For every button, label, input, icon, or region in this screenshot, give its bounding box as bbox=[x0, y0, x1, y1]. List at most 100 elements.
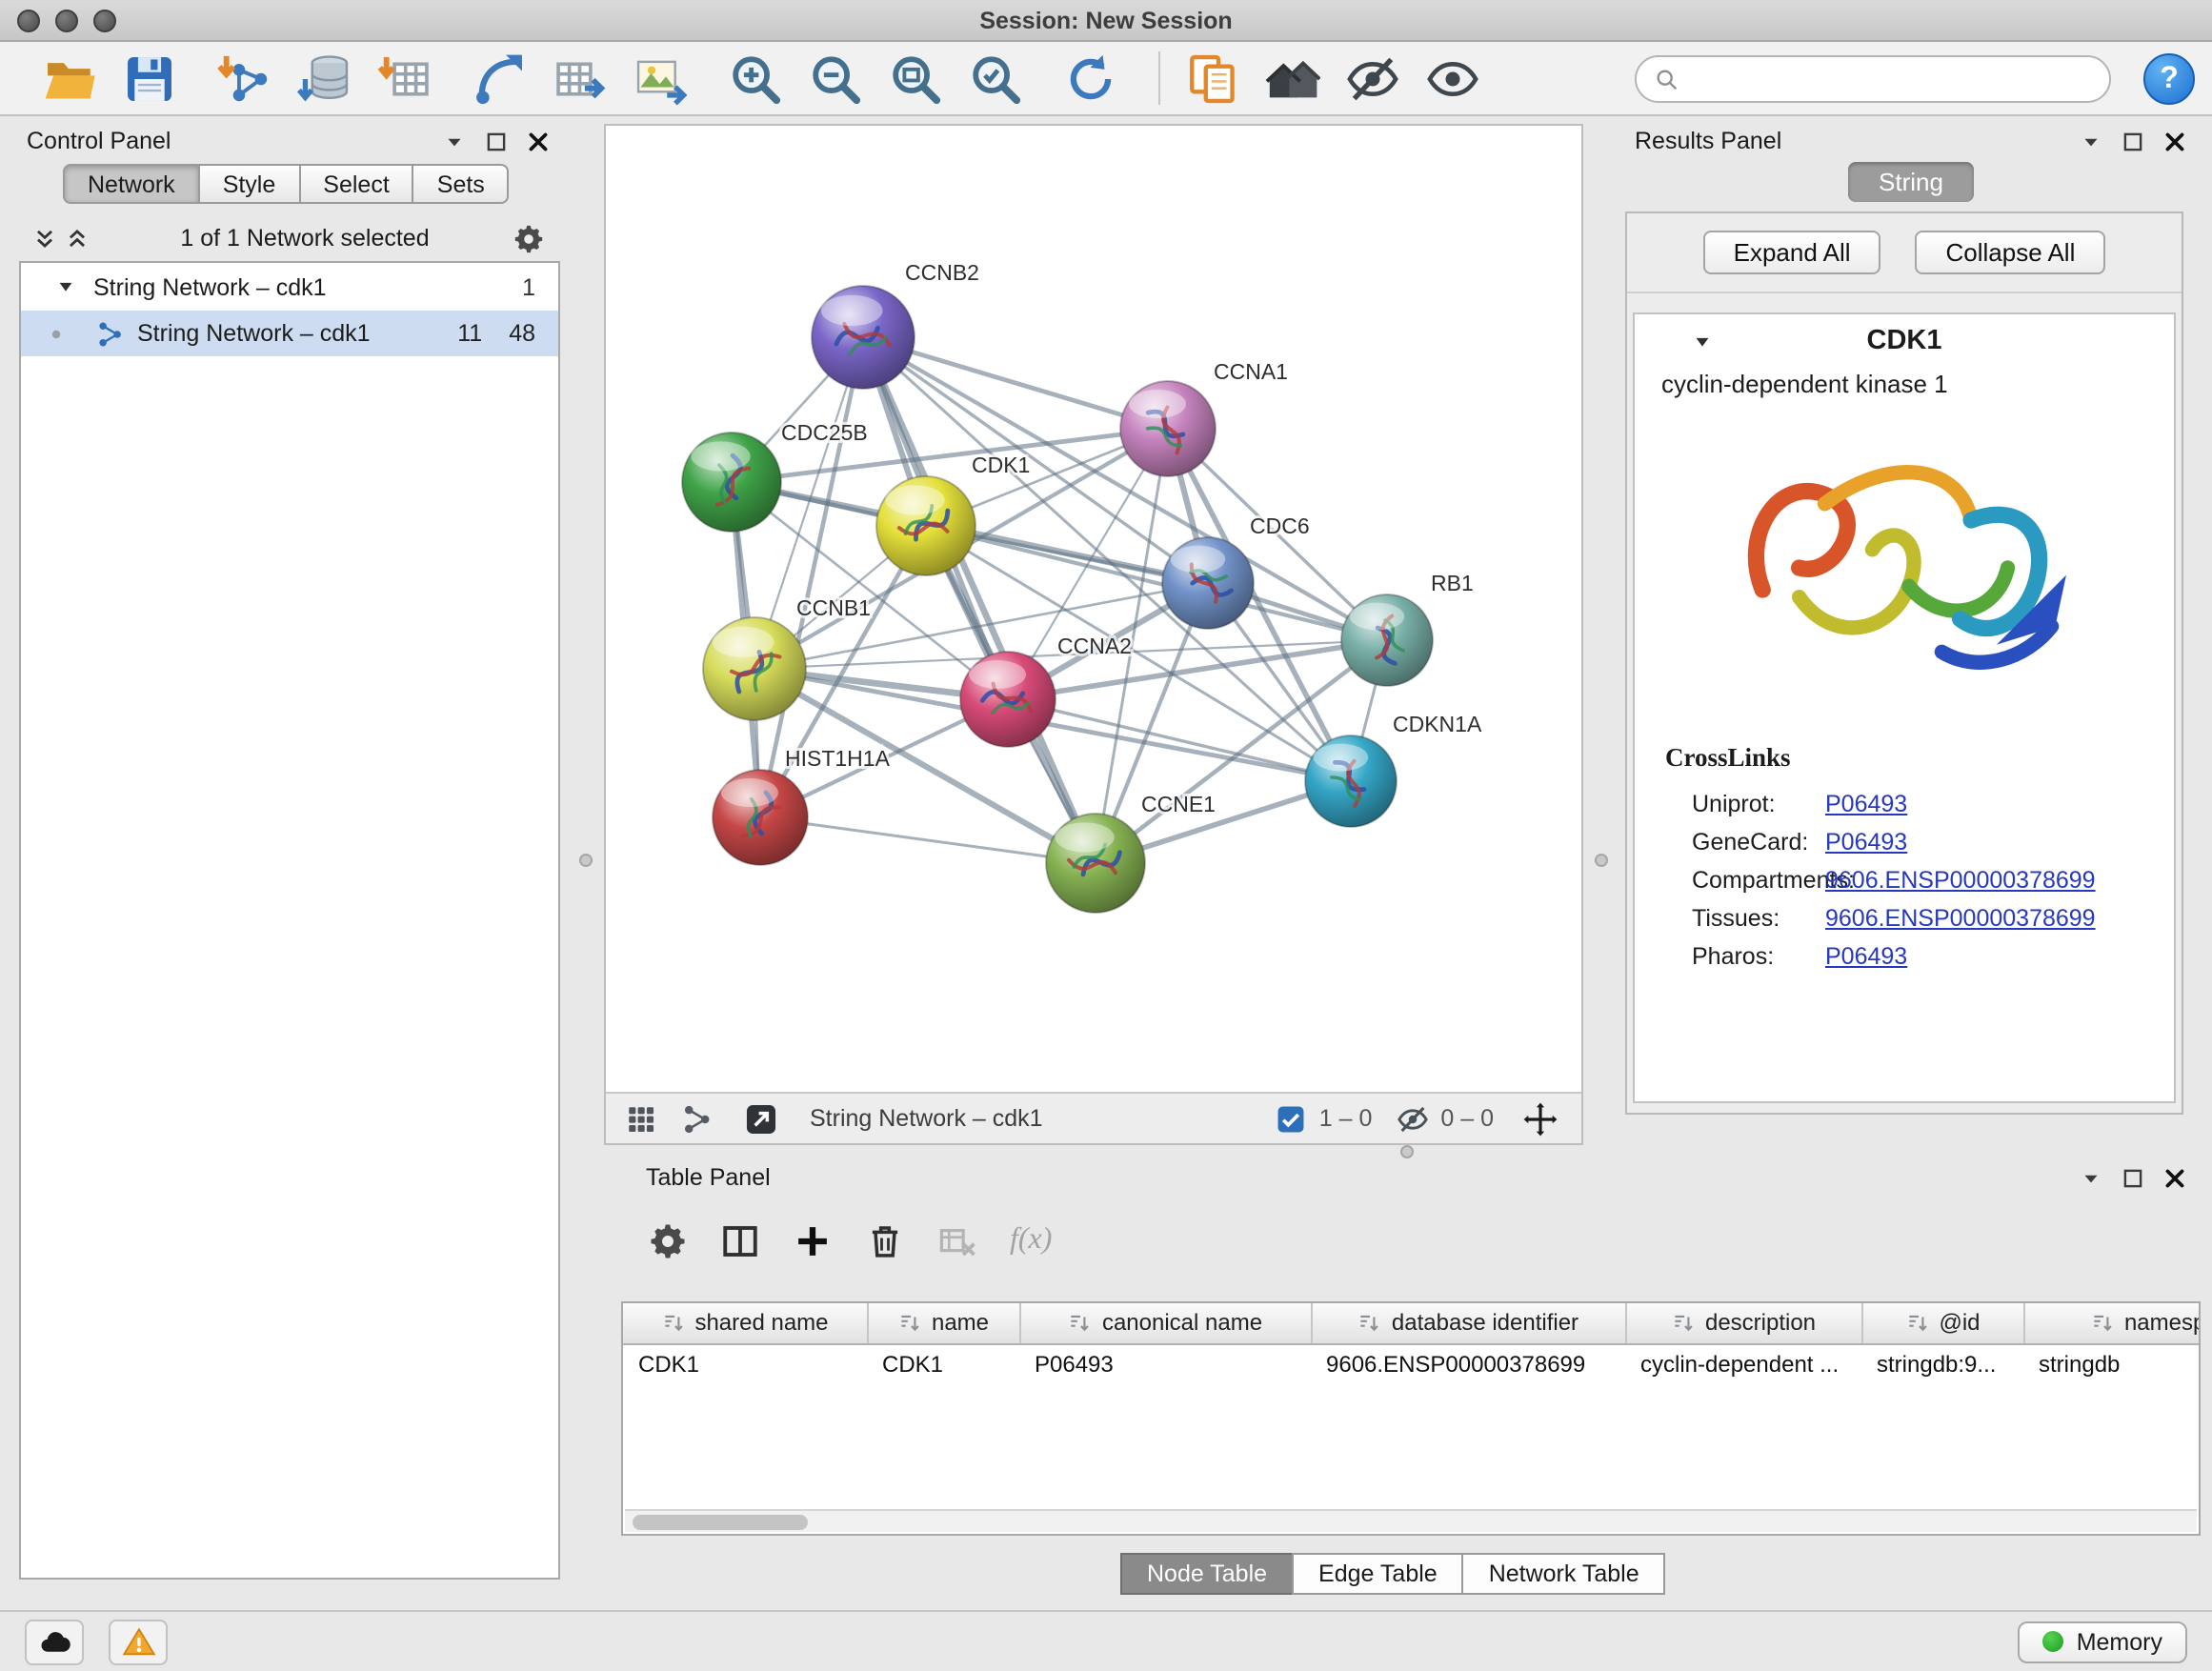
add-column-icon[interactable] bbox=[793, 1220, 833, 1260]
memory-button[interactable]: Memory bbox=[2018, 1621, 2187, 1662]
network-node-RB1[interactable]: RB1 bbox=[1341, 571, 1474, 686]
import-network-icon[interactable] bbox=[217, 51, 272, 107]
network-node-HIST1H1A[interactable]: HIST1H1A bbox=[713, 746, 891, 865]
float-panel-icon[interactable] bbox=[484, 129, 509, 153]
crosslinks-heading: CrossLinks bbox=[1635, 715, 2174, 785]
network-node-CDC6[interactable]: CDC6 bbox=[1162, 513, 1310, 629]
horizontal-scrollbar[interactable] bbox=[625, 1509, 2197, 1532]
hidden-count-icon[interactable] bbox=[1397, 1102, 1429, 1135]
collapse-gene-icon[interactable] bbox=[1692, 332, 1713, 352]
results-panel-header: Results Panel bbox=[1621, 124, 2201, 158]
splitter-handle[interactable] bbox=[1595, 854, 1608, 867]
refresh-layout-icon[interactable] bbox=[1063, 51, 1118, 107]
column-header-canonical-name[interactable]: canonical name bbox=[1019, 1303, 1311, 1343]
help-button[interactable]: ? bbox=[2143, 53, 2195, 105]
panel-menu-icon[interactable] bbox=[2079, 129, 2103, 153]
float-panel-icon[interactable] bbox=[2121, 129, 2145, 153]
float-panel-icon[interactable] bbox=[2121, 1165, 2145, 1190]
tab-string[interactable]: String bbox=[1848, 162, 1974, 202]
network-node-CDK1[interactable]: CDK1 bbox=[876, 453, 1030, 575]
panel-menu-icon[interactable] bbox=[2079, 1165, 2103, 1190]
fit-content-icon[interactable] bbox=[1522, 1100, 1558, 1137]
node-label-CDC6: CDC6 bbox=[1250, 513, 1310, 538]
tab-select[interactable]: Select bbox=[298, 164, 414, 204]
birds-eye-view-icon[interactable] bbox=[625, 1102, 657, 1135]
search-box[interactable] bbox=[1635, 55, 2111, 103]
network-node-CCNA1[interactable]: CCNA1 bbox=[1120, 359, 1288, 476]
zoom-out-icon[interactable] bbox=[808, 51, 863, 107]
network-canvas[interactable]: CCNB2CCNA1CDC25BCDK1CDC6RB1CCNB1CCNA2CDK… bbox=[606, 126, 1581, 1092]
crosslink-value-link[interactable]: P06493 bbox=[1825, 943, 1907, 970]
show-columns-icon[interactable] bbox=[720, 1220, 760, 1260]
expand-all-icon[interactable] bbox=[65, 226, 90, 251]
save-session-icon[interactable] bbox=[122, 51, 177, 107]
column-header--id[interactable]: @id bbox=[1861, 1303, 2023, 1343]
node-count: 11 bbox=[457, 320, 482, 347]
crosslink-value-link[interactable]: P06493 bbox=[1825, 791, 1907, 817]
import-network-from-database-icon[interactable] bbox=[297, 51, 352, 107]
close-panel-icon[interactable] bbox=[2162, 1165, 2187, 1190]
column-header-name[interactable]: name bbox=[867, 1303, 1019, 1343]
tab-style[interactable]: Style bbox=[198, 164, 301, 204]
tab-edge-table[interactable]: Edge Table bbox=[1292, 1553, 1464, 1595]
splitter-handle[interactable] bbox=[1400, 1145, 1414, 1158]
close-panel-icon[interactable] bbox=[526, 129, 551, 153]
network-node-CDKN1A[interactable]: CDKN1A bbox=[1305, 712, 1482, 827]
node-label-CDC25B: CDC25B bbox=[781, 420, 868, 445]
import-table-icon[interactable] bbox=[377, 51, 432, 107]
selected-count-icon[interactable] bbox=[1276, 1102, 1308, 1135]
column-header-shared-name[interactable]: shared name bbox=[623, 1303, 867, 1343]
detach-view-icon[interactable] bbox=[743, 1100, 779, 1137]
export-image-icon[interactable] bbox=[633, 51, 688, 107]
network-collection-row[interactable]: String Network – cdk1 1 bbox=[21, 263, 558, 311]
crosslink-label: Uniprot: bbox=[1635, 791, 1825, 817]
tab-network-table[interactable]: Network Table bbox=[1462, 1553, 1666, 1595]
column-header-namespace[interactable]: namespace bbox=[2023, 1303, 2201, 1343]
delete-column-icon[interactable] bbox=[865, 1220, 905, 1260]
function-builder-icon: f(x) bbox=[1010, 1223, 1052, 1258]
zoom-in-icon[interactable] bbox=[728, 51, 783, 107]
minimize-window-button[interactable] bbox=[55, 10, 78, 32]
network-options-gear-icon[interactable] bbox=[513, 222, 545, 254]
collapse-all-button[interactable]: Collapse All bbox=[1916, 231, 2106, 274]
crosslink-row: GeneCard:P06493 bbox=[1635, 823, 2174, 861]
close-panel-icon[interactable] bbox=[2162, 129, 2187, 153]
tab-sets[interactable]: Sets bbox=[412, 164, 510, 204]
network-view[interactable]: CCNB2CCNA1CDC25BCDK1CDC6RB1CCNB1CCNA2CDK… bbox=[604, 124, 1583, 1145]
collapse-all-icon[interactable] bbox=[32, 226, 57, 251]
network-from-selection-icon[interactable] bbox=[473, 51, 528, 107]
home-icon[interactable] bbox=[1265, 51, 1320, 107]
crosslink-value-link[interactable]: P06493 bbox=[1825, 829, 1907, 856]
crosslink-value-link[interactable]: 9606.ENSP00000378699 bbox=[1825, 905, 2096, 932]
collapse-triangle-icon[interactable] bbox=[55, 276, 76, 297]
network-node-CCNB1[interactable]: CCNB1 bbox=[703, 595, 871, 720]
tab-node-table[interactable]: Node Table bbox=[1120, 1553, 1294, 1595]
collection-name: String Network – cdk1 bbox=[93, 273, 327, 300]
close-window-button[interactable] bbox=[17, 10, 40, 32]
expand-all-button[interactable]: Expand All bbox=[1703, 231, 1881, 274]
open-file-icon[interactable] bbox=[42, 51, 97, 107]
network-node-CCNB2[interactable]: CCNB2 bbox=[812, 260, 979, 389]
network-row[interactable]: String Network – cdk1 11 48 bbox=[21, 311, 558, 356]
show-details-icon[interactable] bbox=[1425, 51, 1480, 107]
gene-section-header[interactable]: CDK1 bbox=[1635, 314, 2174, 368]
scrollbar-thumb[interactable] bbox=[633, 1515, 808, 1530]
hide-details-icon[interactable] bbox=[1345, 51, 1400, 107]
splitter-handle[interactable] bbox=[579, 854, 593, 867]
network-overview-icon[interactable] bbox=[680, 1102, 713, 1135]
cloud-status-button[interactable] bbox=[25, 1619, 84, 1664]
copy-style-icon[interactable] bbox=[1185, 51, 1240, 107]
table-options-gear-icon[interactable] bbox=[648, 1220, 688, 1260]
search-input[interactable] bbox=[1692, 66, 2092, 92]
tab-network[interactable]: Network bbox=[63, 164, 200, 204]
panel-menu-icon[interactable] bbox=[442, 129, 467, 153]
zoom-fit-icon[interactable] bbox=[888, 51, 943, 107]
maximize-window-button[interactable] bbox=[93, 10, 116, 32]
export-network-icon[interactable] bbox=[553, 51, 608, 107]
crosslink-value-link[interactable]: 9606.ENSP00000378699 bbox=[1825, 867, 2096, 894]
warnings-button[interactable] bbox=[109, 1619, 168, 1664]
table-row[interactable]: CDK1CDK1P064939606.ENSP00000378699cyclin… bbox=[623, 1343, 2201, 1385]
zoom-selected-icon[interactable] bbox=[968, 51, 1023, 107]
column-header-description[interactable]: description bbox=[1625, 1303, 1861, 1343]
column-header-database-identifier[interactable]: database identifier bbox=[1311, 1303, 1625, 1343]
